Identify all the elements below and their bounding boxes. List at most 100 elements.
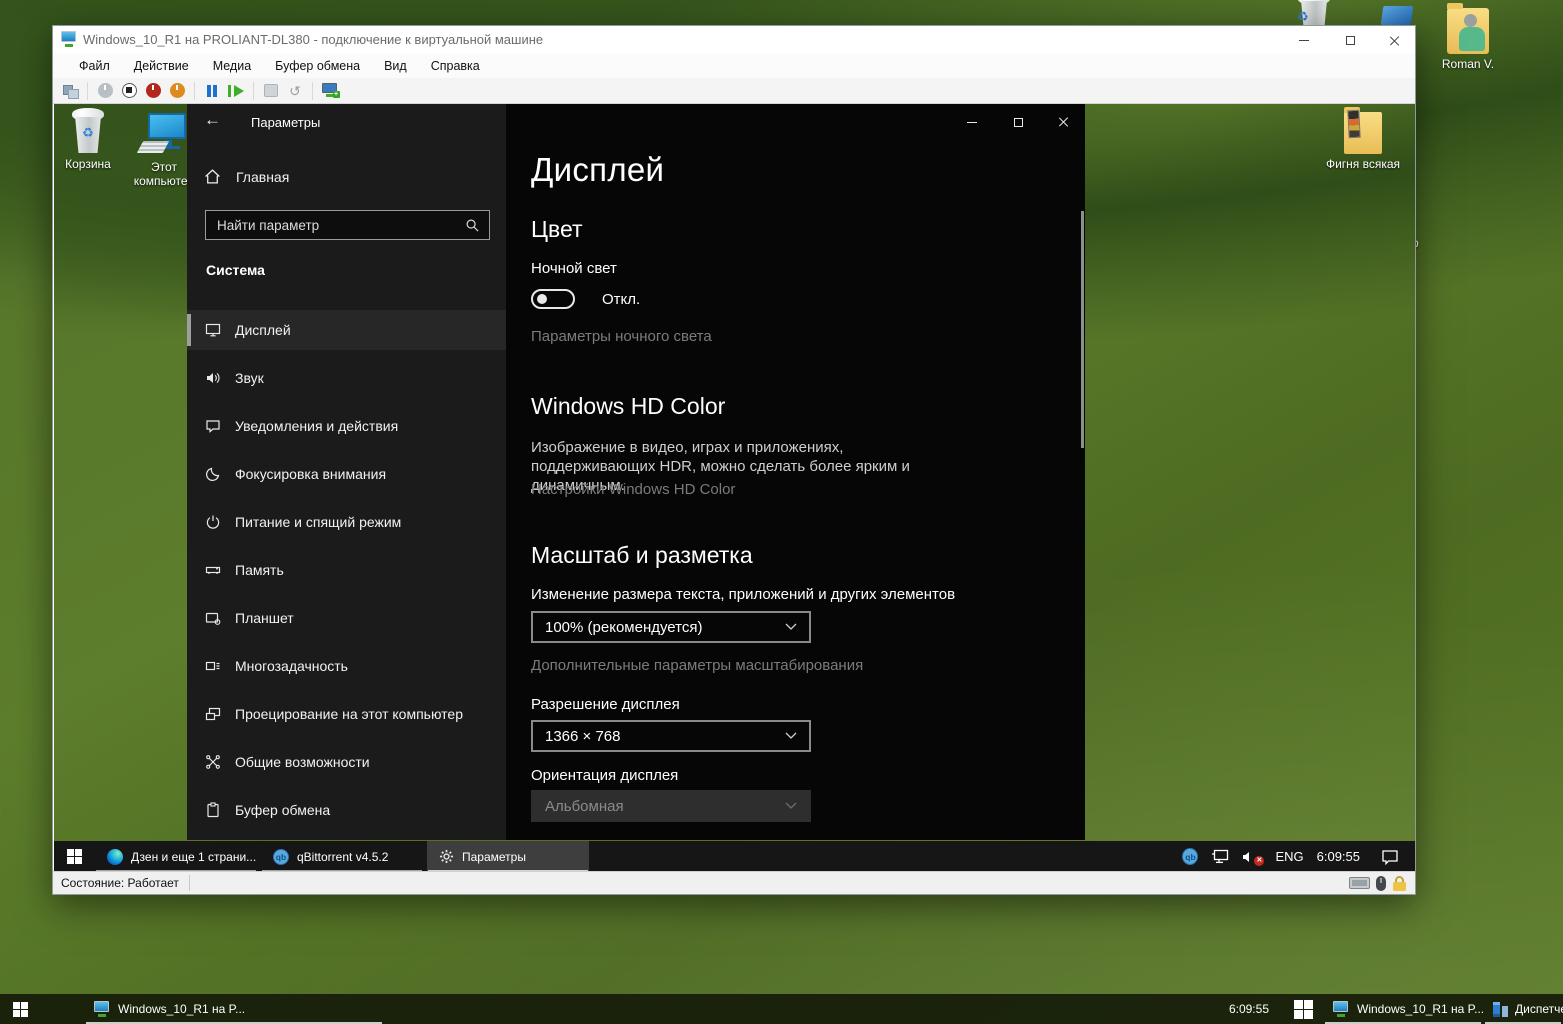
menu-action[interactable]: Действие [122,55,201,77]
settings-window: ← Параметры Главная Система Дис [187,104,1085,840]
revert-icon[interactable]: ↺ [286,82,304,100]
vm-stuff-folder-icon[interactable]: Фигня всякая [1325,112,1401,171]
host-task-vmconnect-2-label: Windows_10_R1 на P... [1357,1002,1483,1016]
settings-app-title: Параметры [251,115,320,130]
sound-icon [205,370,221,386]
start-vm-icon[interactable] [96,82,114,100]
vmconnect-titlebar[interactable]: Windows_10_R1 на PROLIANT-DL380 - подклю… [53,26,1415,53]
vm-desktop: ♻ Корзина Этот компьютер Фигня всякая ← … [54,104,1415,872]
power-icon [205,514,221,530]
menu-help[interactable]: Справка [419,55,492,77]
sidebar-item-sound[interactable]: Звук [187,358,506,398]
vm-task-edge-label: Дзен и еще 1 страни... [131,850,256,864]
vm-stuff-folder-label: Фигня всякая [1325,157,1401,171]
host-start-button[interactable] [0,994,40,1024]
sidebar-item-shared-experiences[interactable]: Общие возможности [187,742,506,782]
vmconnect-task-icon [94,1001,111,1017]
sidebar-item-display[interactable]: Дисплей [187,310,506,350]
notifications-icon [205,418,221,434]
night-light-settings-link[interactable]: Параметры ночного света [531,328,712,345]
menu-media[interactable]: Медиа [201,55,263,77]
sidebar-item-focus[interactable]: Фокусировка внимания [187,454,506,494]
hdr-settings-link[interactable]: Настройки Windows HD Color [531,481,735,498]
host-start-button-2[interactable] [1283,994,1323,1024]
display-icon [205,322,221,338]
host-roman-folder-icon[interactable]: Roman V. [1430,8,1506,71]
sidebar-item-multitasking[interactable]: Многозадачность [187,646,506,686]
pause-icon[interactable] [203,82,221,100]
host-task-manager[interactable]: Диспетчер [1483,994,1563,1024]
sidebar-item-power[interactable]: Питание и спящий режим [187,502,506,542]
keyboard-capture-icon[interactable] [1349,877,1370,889]
vmconnect-minimize-button[interactable] [1289,31,1319,50]
host-taskbar: Windows_10_R1 на P... 6:09:55 Windows_10… [0,994,1563,1024]
mouse-capture-icon[interactable] [1376,876,1386,891]
sidebar-item-label: Буфер обмена [235,802,330,818]
language-indicator[interactable]: ENG [1275,849,1303,864]
settings-maximize-button[interactable] [1002,112,1034,132]
back-arrow-icon[interactable]: ← [204,110,221,130]
sidebar-item-storage[interactable]: Память [187,550,506,590]
vm-start-button[interactable] [54,841,94,872]
volume-muted-icon[interactable]: ✕ [1242,849,1262,865]
host-task-vmconnect-2[interactable]: Windows_10_R1 на P... [1323,994,1483,1024]
host-task-vmconnect-label: Windows_10_R1 на P... [118,1002,245,1016]
sidebar-item-home[interactable]: Главная [204,168,289,185]
vm-clock[interactable]: 6:09:55 [1317,849,1360,864]
qbittorrent-tray-icon[interactable]: qb [1182,848,1198,865]
vmconnect-maximize-button[interactable] [1335,31,1365,50]
color-heading: Цвет [531,216,583,243]
storage-icon [205,562,221,578]
menu-view[interactable]: Вид [372,55,419,77]
menu-file[interactable]: Файл [67,55,122,77]
host-task-manager-label: Диспетчер [1515,1002,1563,1016]
network-icon[interactable] [1211,849,1229,865]
vm-task-qbittorrent[interactable]: qb qBittorrent v4.5.2 [261,841,423,872]
scale-label: Изменение размера текста, приложений и д… [531,586,955,603]
resume-icon[interactable] [227,82,245,100]
settings-minimize-button[interactable] [956,112,988,132]
settings-scrollbar[interactable] [1081,211,1084,448]
vm-task-settings[interactable]: Параметры [427,841,589,872]
host-clock[interactable]: 6:09:55 [1215,994,1283,1024]
enhanced-session-icon[interactable]: + [321,82,339,100]
vm-taskbar: Дзен и еще 1 страни... qb qBittorrent v4… [54,841,1415,872]
settings-search-box[interactable] [205,210,490,240]
sidebar-item-clipboard[interactable]: Буфер обмена [187,790,506,830]
ctrl-alt-del-icon[interactable] [61,82,79,100]
hyperv-manager-icon [1493,1002,1508,1017]
vm-recycle-bin-icon[interactable]: ♻ Корзина [54,108,126,171]
host-roman-label: Roman V. [1430,57,1506,71]
search-input[interactable] [215,217,465,234]
stop-vm-icon[interactable] [120,82,138,100]
action-center-icon[interactable] [1381,849,1399,865]
sidebar-item-tablet[interactable]: Планшет [187,598,506,638]
search-icon[interactable] [465,218,480,233]
advanced-scaling-link[interactable]: Дополнительные параметры масштабирования [531,657,863,674]
projecting-icon [205,706,221,722]
sidebar-item-projecting[interactable]: Проецирование на этот компьютер [187,694,506,734]
host-task-vmconnect[interactable]: Windows_10_R1 на P... [84,994,384,1024]
sidebar-item-notifications[interactable]: Уведомления и действия [187,406,506,446]
vmconnect-title: Windows_10_R1 на PROLIANT-DL380 - подклю… [83,32,543,47]
host-partial-icon[interactable] [1381,6,1414,25]
night-light-label: Ночной свет [531,260,617,277]
vmconnect-task-icon [1333,1001,1350,1017]
qbittorrent-icon: qb [273,849,289,865]
hdr-heading: Windows HD Color [531,393,725,420]
tablet-icon [205,610,221,626]
windows-logo-icon [67,849,82,864]
turn-off-icon[interactable] [144,82,162,100]
vm-task-edge[interactable]: Дзен и еще 1 страни... [95,841,257,872]
settings-close-button[interactable] [1048,112,1080,132]
shut-down-icon[interactable] [168,82,186,100]
vmconnect-close-button[interactable] [1380,31,1410,50]
menu-clipboard[interactable]: Буфер обмена [263,55,372,77]
resolution-dropdown[interactable]: 1366 × 768 [531,720,811,752]
checkpoint-icon[interactable] [262,82,280,100]
vm-task-settings-label: Параметры [462,850,526,864]
night-light-toggle[interactable] [531,289,575,309]
multitasking-icon [205,658,221,674]
scale-dropdown[interactable]: 100% (рекомендуется) [531,611,811,643]
edge-icon [107,849,123,865]
